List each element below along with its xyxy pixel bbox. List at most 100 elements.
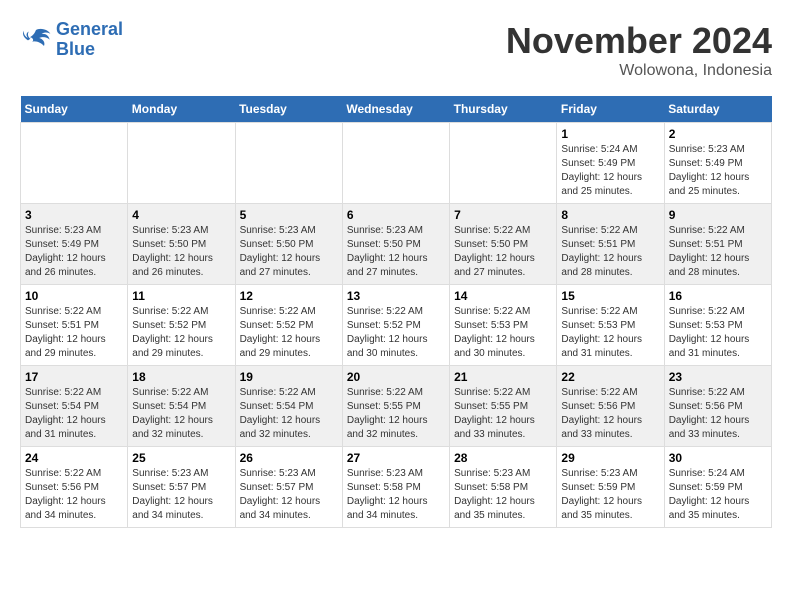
day-number: 29 [561, 451, 659, 465]
calendar-cell: 3 Sunrise: 5:23 AM Sunset: 5:49 PM Daylig… [21, 204, 128, 285]
day-number: 3 [25, 208, 123, 222]
day-number: 11 [132, 289, 230, 303]
day-info: Sunrise: 5:22 AM Sunset: 5:52 PM Dayligh… [347, 305, 445, 361]
day-info: Sunrise: 5:22 AM Sunset: 5:56 PM Dayligh… [561, 386, 659, 442]
calendar-cell: 5 Sunrise: 5:23 AM Sunset: 5:50 PM Daylig… [235, 204, 342, 285]
calendar-cell: 13 Sunrise: 5:22 AM Sunset: 5:52 PM Dayli… [342, 285, 449, 366]
weekday-header: Tuesday [235, 96, 342, 123]
day-info: Sunrise: 5:22 AM Sunset: 5:54 PM Dayligh… [240, 386, 338, 442]
month-title: November 2024 [506, 20, 772, 62]
calendar-cell: 30Sunrise: 5:24 AM Sunset: 5:59 PM Dayli… [664, 447, 771, 528]
day-info: Sunrise: 5:22 AM Sunset: 5:52 PM Dayligh… [132, 305, 230, 361]
logo: General Blue [20, 20, 123, 60]
calendar-week-row: 1 Sunrise: 5:24 AM Sunset: 5:49 PM Daylig… [21, 123, 772, 204]
day-info: Sunrise: 5:22 AM Sunset: 5:54 PM Dayligh… [25, 386, 123, 442]
day-number: 9 [669, 208, 767, 222]
day-number: 12 [240, 289, 338, 303]
calendar-cell: 12 Sunrise: 5:22 AM Sunset: 5:52 PM Dayli… [235, 285, 342, 366]
day-info: Sunrise: 5:22 AM Sunset: 5:51 PM Dayligh… [669, 224, 767, 280]
logo-icon [20, 26, 52, 54]
calendar-cell: 9 Sunrise: 5:22 AM Sunset: 5:51 PM Daylig… [664, 204, 771, 285]
calendar-cell: 26Sunrise: 5:23 AM Sunset: 5:57 PM Dayli… [235, 447, 342, 528]
calendar-cell: 27 Sunrise: 5:23 AM Sunset: 5:58 PM Dayli… [342, 447, 449, 528]
weekday-header: Wednesday [342, 96, 449, 123]
calendar-cell: 28Sunrise: 5:23 AM Sunset: 5:58 PM Dayli… [450, 447, 557, 528]
day-number: 28 [454, 451, 552, 465]
day-info: Sunrise: 5:22 AM Sunset: 5:53 PM Dayligh… [669, 305, 767, 361]
day-number: 2 [669, 127, 767, 141]
day-number: 25 [132, 451, 230, 465]
calendar-cell: 29 Sunrise: 5:23 AM Sunset: 5:59 PM Dayli… [557, 447, 664, 528]
day-info: Sunrise: 5:22 AM Sunset: 5:52 PM Dayligh… [240, 305, 338, 361]
day-number: 8 [561, 208, 659, 222]
day-number: 6 [347, 208, 445, 222]
day-info: Sunrise: 5:23 AM Sunset: 5:50 PM Dayligh… [240, 224, 338, 280]
calendar-cell: 6Sunrise: 5:23 AM Sunset: 5:50 PM Daylig… [342, 204, 449, 285]
calendar-cell [450, 123, 557, 204]
calendar-cell: 7Sunrise: 5:22 AM Sunset: 5:50 PM Daylig… [450, 204, 557, 285]
calendar-week-row: 3 Sunrise: 5:23 AM Sunset: 5:49 PM Daylig… [21, 204, 772, 285]
day-number: 7 [454, 208, 552, 222]
day-info: Sunrise: 5:22 AM Sunset: 5:56 PM Dayligh… [669, 386, 767, 442]
calendar-cell: 23 Sunrise: 5:22 AM Sunset: 5:56 PM Dayli… [664, 366, 771, 447]
day-info: Sunrise: 5:23 AM Sunset: 5:49 PM Dayligh… [669, 143, 767, 199]
calendar-cell: 18 Sunrise: 5:22 AM Sunset: 5:54 PM Dayli… [128, 366, 235, 447]
day-info: Sunrise: 5:23 AM Sunset: 5:59 PM Dayligh… [561, 467, 659, 523]
day-number: 27 [347, 451, 445, 465]
day-number: 19 [240, 370, 338, 384]
day-info: Sunrise: 5:23 AM Sunset: 5:50 PM Dayligh… [132, 224, 230, 280]
calendar-cell: 20 Sunrise: 5:22 AM Sunset: 5:55 PM Dayli… [342, 366, 449, 447]
day-info: Sunrise: 5:24 AM Sunset: 5:49 PM Dayligh… [561, 143, 659, 199]
calendar-cell: 24Sunrise: 5:22 AM Sunset: 5:56 PM Dayli… [21, 447, 128, 528]
day-info: Sunrise: 5:22 AM Sunset: 5:53 PM Dayligh… [561, 305, 659, 361]
day-info: Sunrise: 5:23 AM Sunset: 5:57 PM Dayligh… [132, 467, 230, 523]
day-info: Sunrise: 5:23 AM Sunset: 5:57 PM Dayligh… [240, 467, 338, 523]
calendar-cell: 8 Sunrise: 5:22 AM Sunset: 5:51 PM Daylig… [557, 204, 664, 285]
calendar-cell: 10 Sunrise: 5:22 AM Sunset: 5:51 PM Dayli… [21, 285, 128, 366]
calendar-cell: 17 Sunrise: 5:22 AM Sunset: 5:54 PM Dayli… [21, 366, 128, 447]
weekday-header: Sunday [21, 96, 128, 123]
day-info: Sunrise: 5:22 AM Sunset: 5:56 PM Dayligh… [25, 467, 123, 523]
calendar-cell: 14Sunrise: 5:22 AM Sunset: 5:53 PM Dayli… [450, 285, 557, 366]
day-number: 18 [132, 370, 230, 384]
day-number: 17 [25, 370, 123, 384]
day-number: 20 [347, 370, 445, 384]
day-number: 22 [561, 370, 659, 384]
weekday-header-row: SundayMondayTuesdayWednesdayThursdayFrid… [21, 96, 772, 123]
weekday-header: Thursday [450, 96, 557, 123]
day-info: Sunrise: 5:22 AM Sunset: 5:55 PM Dayligh… [347, 386, 445, 442]
day-info: Sunrise: 5:23 AM Sunset: 5:49 PM Dayligh… [25, 224, 123, 280]
weekday-header: Saturday [664, 96, 771, 123]
calendar-cell [128, 123, 235, 204]
weekday-header: Monday [128, 96, 235, 123]
calendar-cell: 25 Sunrise: 5:23 AM Sunset: 5:57 PM Dayli… [128, 447, 235, 528]
day-info: Sunrise: 5:22 AM Sunset: 5:54 PM Dayligh… [132, 386, 230, 442]
logo-text: General Blue [56, 20, 123, 60]
day-info: Sunrise: 5:23 AM Sunset: 5:58 PM Dayligh… [347, 467, 445, 523]
day-info: Sunrise: 5:22 AM Sunset: 5:55 PM Dayligh… [454, 386, 552, 442]
calendar-cell: 21Sunrise: 5:22 AM Sunset: 5:55 PM Dayli… [450, 366, 557, 447]
title-block: November 2024 Wolowona, Indonesia [506, 20, 772, 80]
calendar-week-row: 24Sunrise: 5:22 AM Sunset: 5:56 PM Dayli… [21, 447, 772, 528]
day-number: 4 [132, 208, 230, 222]
day-info: Sunrise: 5:22 AM Sunset: 5:53 PM Dayligh… [454, 305, 552, 361]
day-number: 1 [561, 127, 659, 141]
day-info: Sunrise: 5:22 AM Sunset: 5:51 PM Dayligh… [561, 224, 659, 280]
calendar-cell: 11 Sunrise: 5:22 AM Sunset: 5:52 PM Dayli… [128, 285, 235, 366]
location: Wolowona, Indonesia [506, 62, 772, 80]
calendar-table: SundayMondayTuesdayWednesdayThursdayFrid… [20, 96, 772, 528]
calendar-cell: 15 Sunrise: 5:22 AM Sunset: 5:53 PM Dayli… [557, 285, 664, 366]
calendar-week-row: 10 Sunrise: 5:22 AM Sunset: 5:51 PM Dayli… [21, 285, 772, 366]
calendar-cell: 1 Sunrise: 5:24 AM Sunset: 5:49 PM Daylig… [557, 123, 664, 204]
weekday-header: Friday [557, 96, 664, 123]
calendar-cell: 22 Sunrise: 5:22 AM Sunset: 5:56 PM Dayli… [557, 366, 664, 447]
day-number: 15 [561, 289, 659, 303]
calendar-cell: 19 Sunrise: 5:22 AM Sunset: 5:54 PM Dayli… [235, 366, 342, 447]
day-number: 23 [669, 370, 767, 384]
day-number: 10 [25, 289, 123, 303]
day-number: 5 [240, 208, 338, 222]
page-header: General Blue November 2024 Wolowona, Ind… [20, 20, 772, 80]
day-number: 13 [347, 289, 445, 303]
day-number: 30 [669, 451, 767, 465]
day-info: Sunrise: 5:22 AM Sunset: 5:51 PM Dayligh… [25, 305, 123, 361]
